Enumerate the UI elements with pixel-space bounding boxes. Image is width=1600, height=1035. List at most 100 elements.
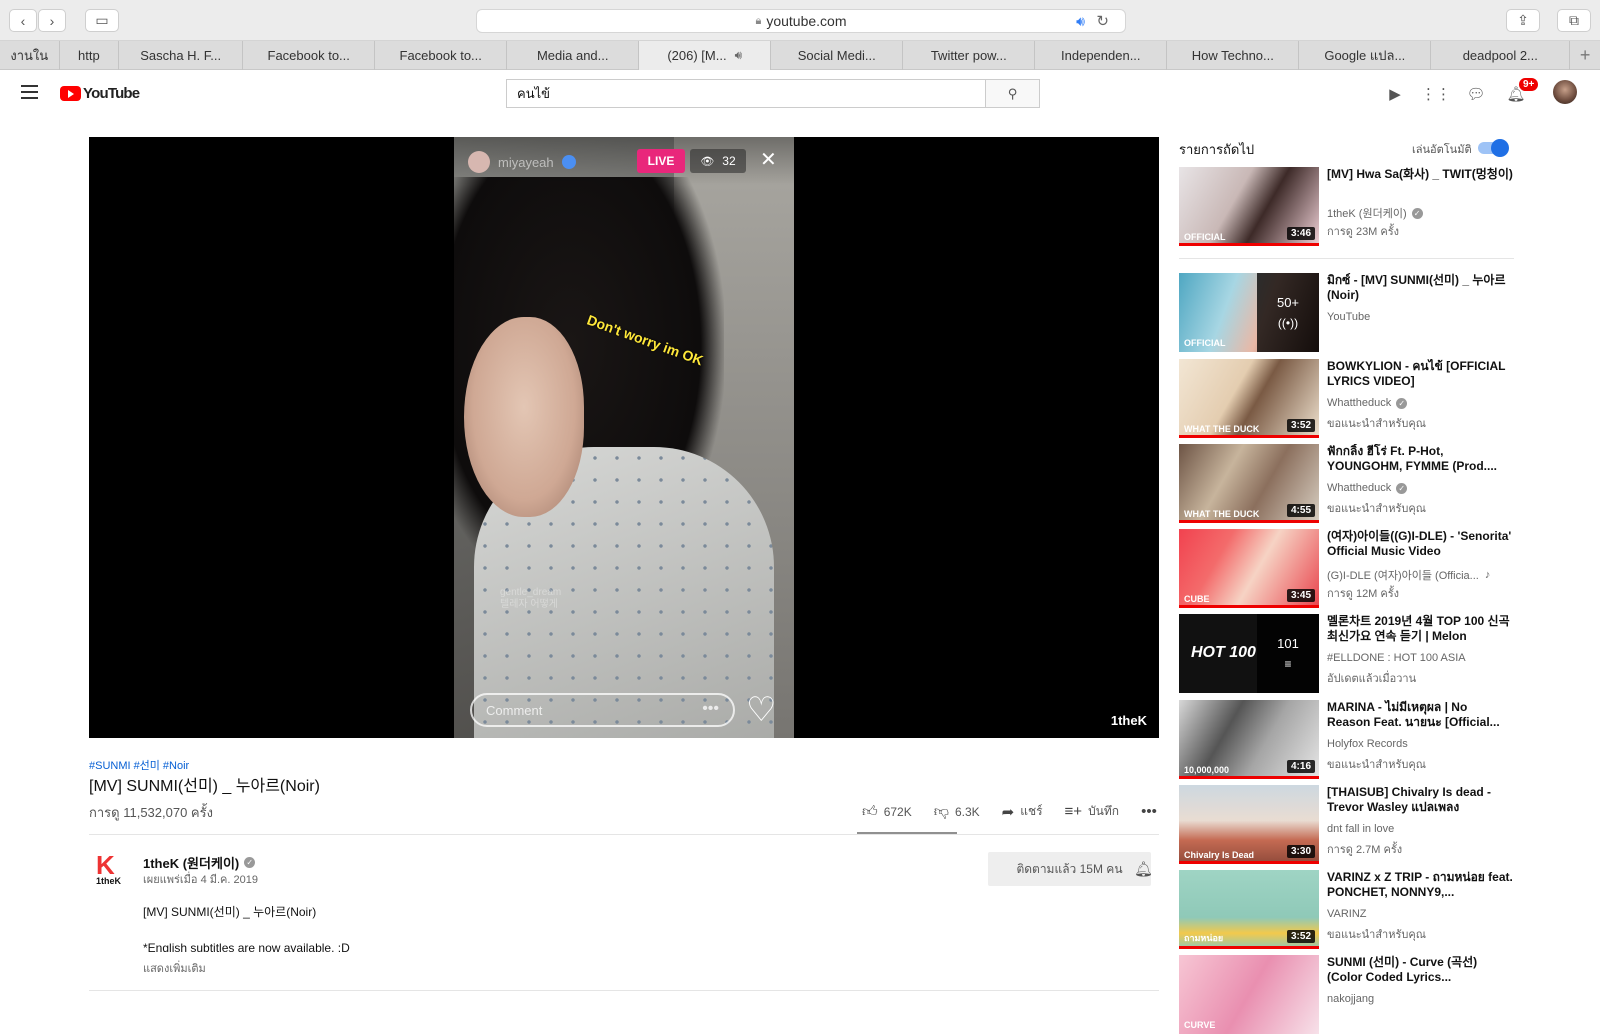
tab-audio-icon[interactable]: 🔊︎	[735, 48, 743, 63]
browser-tab[interactable]: Twitter pow...	[903, 41, 1036, 70]
channel-avatar-text: 1theK	[96, 876, 122, 886]
hashtags: #SUNMI #선미 #Noir	[89, 757, 192, 773]
recommended-video[interactable]: CUBE 3:45 (여자)아이들((G)I-DLE) - 'Senorita' O…	[1179, 529, 1514, 609]
thumbnail-label: WHAT THE DUCK	[1184, 424, 1260, 434]
back-button[interactable]: ‹	[9, 9, 37, 32]
browser-tab[interactable]: Facebook to...	[243, 41, 376, 70]
hamburger-menu-icon[interactable]	[21, 85, 38, 99]
video-thumbnail[interactable]: OFFICIAL 50+ ((•))	[1179, 273, 1319, 352]
browser-tab[interactable]: งานใน	[0, 41, 60, 70]
forward-button[interactable]: ›	[38, 9, 66, 32]
browser-tab[interactable]: How Techno...	[1167, 41, 1300, 70]
hashtag-link[interactable]: #SUNMI	[89, 760, 131, 772]
browser-tab[interactable]: deadpool 2...	[1431, 41, 1571, 70]
video-thumbnail[interactable]: 10,000,000 4:16	[1179, 700, 1319, 779]
recommended-video-meta: การดู 2.7M ครั้ง	[1327, 844, 1403, 856]
video-thumbnail[interactable]: CUBE 3:45	[1179, 529, 1319, 608]
recommended-channel-name: #ELLDONE : HOT 100 ASIA	[1327, 652, 1466, 664]
recommended-video-title[interactable]: [THAISUB] Chivalry Is dead - Trevor Wasl…	[1327, 785, 1513, 815]
video-player[interactable]: miyayeah LIVE 👁︎ 32 ✕ Don't worry im OK …	[89, 137, 1159, 738]
recommended-video-meta: ขอแนะนำสำหรับคุณ	[1327, 503, 1426, 515]
browser-tab[interactable]: Independen...	[1035, 41, 1168, 70]
eye-icon: 👁︎	[700, 155, 715, 168]
recommended-video[interactable]: WHAT THE DUCK 4:55 ฟักกลิ้ง ฮีโร่ Ft. P-Ho…	[1179, 444, 1514, 524]
show-more-link[interactable]: แสดงเพิ่มเติม	[143, 959, 206, 977]
lock-icon: 🔒︎	[755, 14, 762, 27]
more-actions-button[interactable]: •••	[1141, 803, 1163, 820]
browser-tab-label: How Techno...	[1191, 48, 1274, 63]
share-arrow-icon: ➦	[1001, 803, 1015, 821]
recommended-video[interactable]: OFFICIAL 50+ ((•)) มิกซ์ - [MV] SUNMI(선미) _…	[1179, 273, 1514, 353]
browser-tab[interactable]: Media and...	[507, 41, 640, 70]
recommended-video[interactable]: CURVE SUNMI (선미) - Curve (곡선) (Color Code…	[1179, 955, 1514, 1035]
tabs-overview-button[interactable]: ⧉	[1557, 9, 1591, 32]
share-video-button[interactable]: ➦ แชร์	[1002, 802, 1043, 821]
address-bar[interactable]: 🔒︎ youtube.com 🔊︎ ↻	[476, 9, 1126, 33]
browser-tab[interactable]: Social Medi...	[771, 41, 904, 70]
recommended-video[interactable]: OFFICIAL 3:46 [MV] Hwa Sa(화사) _ TWIT(멍청이) 1…	[1179, 167, 1514, 247]
more-dots-icon: •••	[702, 700, 719, 717]
recommended-video-title[interactable]: VARINZ x Z TRIP - ถามหน่อย feat. PONCHET…	[1327, 870, 1513, 900]
channel-avatar[interactable]: K 1theK	[96, 852, 124, 886]
browser-tab[interactable]: Facebook to...	[375, 41, 508, 70]
recommended-video[interactable]: HOT 100 101 ≡ 멜론차트 2019년 4월 TOP 100 신곡 최신가요…	[1179, 614, 1514, 694]
video-thumbnail[interactable]: WHAT THE DUCK 3:52	[1179, 359, 1319, 438]
user-avatar[interactable]	[1553, 80, 1577, 104]
video-thumbnail[interactable]: ถามหน่อย 3:52	[1179, 870, 1319, 949]
browser-tab[interactable]: http	[60, 41, 120, 70]
recommended-channel-name: (G)I-DLE (여자)아이들 (Officia...	[1327, 570, 1479, 582]
playlist-overlay: 50+ ((•))	[1257, 273, 1319, 352]
recommended-video-title[interactable]: SUNMI (선미) - Curve (곡선) (Color Coded Lyr…	[1327, 955, 1513, 985]
recommended-video-title[interactable]: มิกซ์ - [MV] SUNMI(선미) _ 누아르(Noir)	[1327, 273, 1513, 303]
subscription-bell-icon[interactable]: 🔔︎	[1134, 860, 1153, 878]
recommended-video[interactable]: 10,000,000 4:16 MARINA - ไม่มีเหตุผล | No …	[1179, 700, 1514, 780]
browser-tab[interactable]: Sascha H. F...	[119, 41, 244, 70]
speaker-icon[interactable]: 🔊︎	[1076, 13, 1085, 30]
recommended-video[interactable]: ถามหน่อย 3:52 VARINZ x Z TRIP - ถามหน่อย f…	[1179, 870, 1514, 950]
recommended-video-title[interactable]: 멜론차트 2019년 4월 TOP 100 신곡 최신가요 연속 듣기 | Me…	[1327, 614, 1513, 644]
recommended-video-title[interactable]: BOWKYLION - คนไข้ [OFFICIAL LYRICS VIDEO…	[1327, 359, 1513, 389]
video-watermark: gentle_dream 텔레자 어떻게	[500, 587, 561, 611]
like-count: 672K	[883, 804, 912, 819]
browser-tab[interactable]: Google แปล...	[1299, 41, 1432, 70]
recommended-channel-name: Whattheduck	[1327, 482, 1392, 494]
create-video-icon[interactable]: ▶︎	[1385, 84, 1405, 104]
share-label: แชร์	[1020, 804, 1043, 818]
divider	[89, 834, 1159, 835]
apps-grid-icon[interactable]: ⋮⋮	[1421, 84, 1451, 104]
hashtag-link[interactable]: #Noir	[163, 760, 189, 772]
sidebar-toggle-button[interactable]: ▭	[85, 9, 119, 32]
watched-progress-bar	[1179, 520, 1319, 523]
video-frame: miyayeah LIVE 👁︎ 32 ✕ Don't worry im OK …	[454, 137, 794, 738]
video-thumbnail[interactable]: Chivalry Is Dead 3:30	[1179, 785, 1319, 864]
browser-tab[interactable]: (206) [M... 🔊︎	[639, 41, 772, 70]
tab-bar: งานใน http Sascha H. F... Facebook to... Fac…	[0, 41, 1600, 70]
recommended-channel: 1theK (원더케이) ✓	[1327, 205, 1423, 221]
new-tab-plus-icon[interactable]: +	[1570, 41, 1600, 70]
video-thumbnail[interactable]: WHAT THE DUCK 4:55	[1179, 444, 1319, 523]
video-thumbnail[interactable]: CURVE	[1179, 955, 1319, 1034]
video-thumbnail[interactable]: HOT 100 101 ≡	[1179, 614, 1319, 693]
youtube-logo[interactable]: YouTube	[60, 85, 140, 102]
recommended-video[interactable]: WHAT THE DUCK 3:52 BOWKYLION - คนไข้ [OFFI…	[1179, 359, 1514, 439]
autoplay-toggle[interactable]	[1478, 139, 1509, 157]
dislike-button[interactable]: 👎︎ 6.3K	[934, 803, 980, 821]
hashtag-link[interactable]: #선미	[134, 760, 160, 772]
video-thumbnail[interactable]: OFFICIAL 3:46	[1179, 167, 1319, 246]
comment-field: Comment •••	[470, 693, 735, 727]
reload-icon[interactable]: ↻	[1096, 12, 1109, 30]
search-button[interactable]: ⚲	[985, 79, 1040, 108]
subscribed-button[interactable]: ติดตามแล้ว 15M คน	[988, 852, 1151, 886]
youtube-play-icon	[60, 86, 81, 101]
recommended-video-title[interactable]: [MV] Hwa Sa(화사) _ TWIT(멍청이)	[1327, 167, 1513, 182]
recommended-video-title[interactable]: (여자)아이들((G)I-DLE) - 'Senorita' Official …	[1327, 529, 1513, 559]
messages-icon[interactable]: 💬︎	[1466, 84, 1486, 104]
save-button[interactable]: ≡+ บันทึก	[1065, 802, 1120, 821]
like-button[interactable]: 👍︎ 672K	[862, 803, 912, 821]
recommended-video-title[interactable]: MARINA - ไม่มีเหตุผล | No Reason Feat. น…	[1327, 700, 1513, 730]
search-input[interactable]	[506, 79, 985, 108]
recommended-video[interactable]: Chivalry Is Dead 3:30 [THAISUB] Chivalry I…	[1179, 785, 1514, 865]
recommended-video-title[interactable]: ฟักกลิ้ง ฮีโร่ Ft. P-Hot, YOUNGOHM, FYMM…	[1327, 444, 1513, 474]
share-button[interactable]: ⇪	[1506, 9, 1540, 32]
browser-tab-label: deadpool 2...	[1462, 48, 1538, 63]
